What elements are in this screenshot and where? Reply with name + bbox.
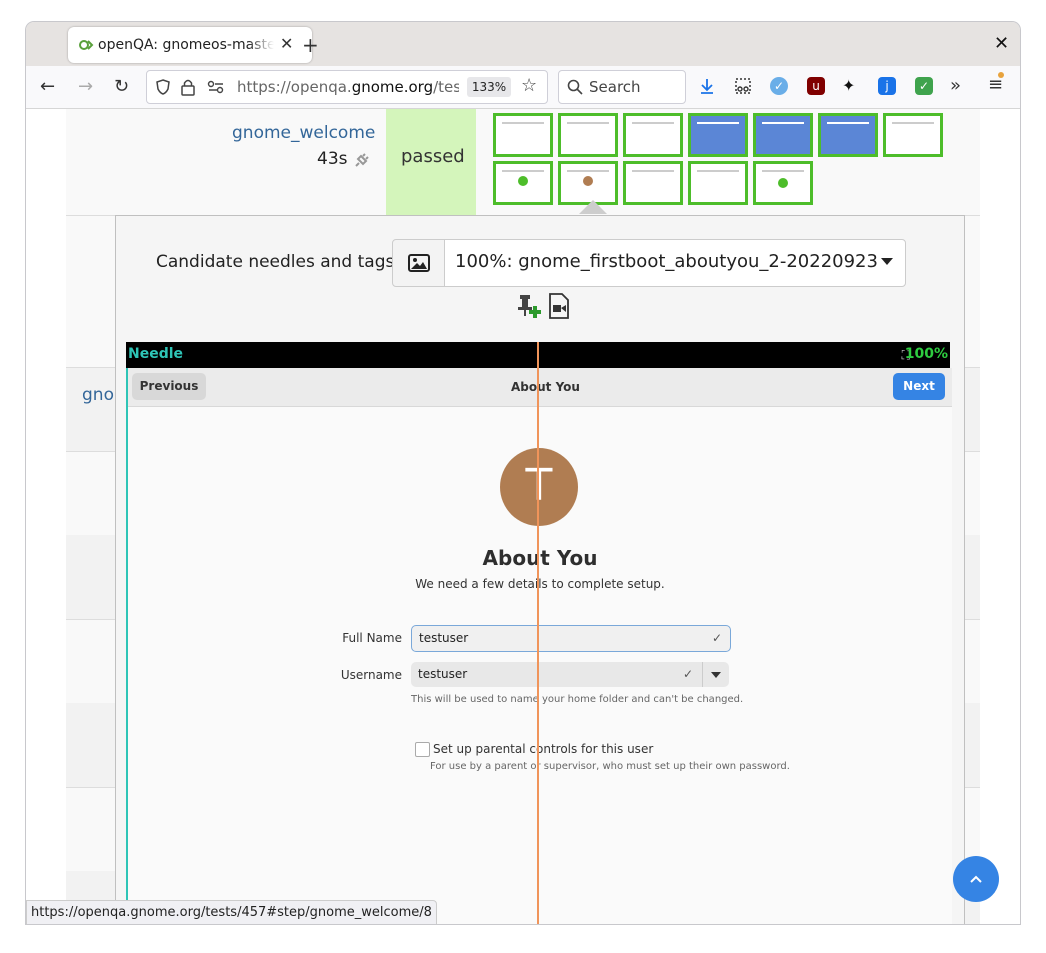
full-name-value: testuser (419, 631, 469, 645)
shield-icon[interactable] (155, 79, 171, 95)
full-name-field[interactable]: testuser ✓ (411, 625, 731, 652)
new-tab-icon[interactable]: + (302, 33, 319, 57)
chevron-down-icon (881, 258, 893, 265)
ublock-icon[interactable]: u (807, 77, 825, 95)
candidate-select[interactable]: 100%: gnome_firstboot_aboutyou_2-2022092… (444, 239, 906, 287)
create-needle-icon[interactable] (516, 293, 542, 319)
chevron-down-icon[interactable] (711, 672, 721, 678)
close-tab-icon[interactable]: ✕ (280, 34, 293, 53)
page-content: gnome_welcome 43s passed gno Candidate n… (26, 109, 1020, 924)
step-thumbnail[interactable] (558, 113, 618, 157)
next-test-link[interactable]: gno (82, 385, 114, 405)
plug-icon (355, 153, 369, 167)
search-icon (567, 79, 583, 95)
gnome-header-bar: Previous About You Next (128, 368, 952, 407)
needle-screenshot[interactable]: Needle ⛶ 100% Previous About You Next T … (126, 342, 952, 924)
step-thumbnail[interactable] (753, 113, 813, 157)
result-status: passed (401, 146, 465, 167)
candidate-label: Candidate needles and tags: (156, 252, 401, 272)
scroll-to-top-button[interactable] (953, 856, 999, 902)
avatar[interactable]: T (500, 448, 578, 526)
username-value: testuser (418, 667, 468, 681)
forward-icon[interactable]: → (78, 76, 93, 97)
step-thumbnail[interactable] (818, 113, 878, 157)
needle-label: Needle (128, 346, 184, 362)
field-divider (702, 662, 703, 687)
next-button[interactable]: Next (893, 373, 945, 400)
download-icon[interactable] (698, 77, 716, 95)
step-thumbnail[interactable] (753, 161, 813, 205)
full-name-label: Full Name (342, 631, 402, 645)
username-label: Username (340, 668, 402, 682)
search-bar[interactable]: Search (558, 70, 686, 104)
needle-match-percent: 100% (904, 346, 948, 362)
check-icon: ✓ (683, 667, 694, 681)
step-thumbnail-selected[interactable] (558, 161, 618, 205)
test-name-link[interactable]: gnome_welcome (232, 123, 375, 143)
reload-icon[interactable]: ↻ (114, 76, 129, 97)
tab-title: openQA: gnomeos-maste (98, 37, 274, 53)
step-thumbnail[interactable] (623, 113, 683, 157)
nav-bar: ← → ↻ https://openqa.gnome.org/tests/ 13… (26, 66, 1020, 109)
username-hint: This will be used to name your home fold… (411, 694, 744, 705)
step-thumbnail[interactable] (493, 113, 553, 157)
avatar-letter: T (500, 460, 578, 511)
page-title: About You (482, 546, 598, 570)
previous-button[interactable]: Previous (132, 373, 206, 400)
overflow-chevrons-icon[interactable]: » (950, 75, 961, 96)
status-bar: https://openqa.gnome.org/tests/457#step/… (26, 900, 437, 924)
test-duration: 43s (317, 149, 348, 169)
update-dot-icon (998, 72, 1004, 78)
extension-j-icon[interactable]: j (878, 77, 896, 95)
header-title: About You (511, 380, 580, 394)
extension-blue-icon[interactable]: ✓ (770, 77, 788, 95)
permissions-icon[interactable] (207, 79, 225, 95)
image-icon (408, 254, 430, 272)
bookmark-star-icon[interactable]: ☆ (521, 75, 537, 96)
extension-check-icon[interactable]: ✓ (915, 77, 933, 95)
parental-controls-checkbox[interactable] (415, 742, 430, 757)
url-text[interactable]: https://openqa.gnome.org/tests/ (237, 78, 459, 96)
browser-tab[interactable]: openQA: gnomeos-maste ✕ (68, 27, 312, 63)
gnome-about-you-screen: Previous About You Next T About You We n… (126, 368, 952, 924)
lock-icon[interactable] (181, 78, 195, 96)
video-file-icon[interactable] (548, 293, 570, 319)
step-thumbnail[interactable] (623, 161, 683, 205)
tab-bar: openQA: gnomeos-maste ✕ + ✕ (26, 22, 1020, 66)
parental-controls-label[interactable]: Set up parental controls for this user (433, 742, 653, 756)
pin-icon[interactable]: ✦ (842, 76, 855, 95)
search-placeholder: Search (589, 78, 641, 96)
step-thumbnail[interactable] (883, 113, 943, 157)
window-close-icon[interactable]: ✕ (994, 33, 1009, 54)
step-thumbnail[interactable] (688, 113, 748, 157)
parental-controls-hint: For use by a parent or supervisor, who m… (430, 761, 790, 772)
url-bar[interactable]: https://openqa.gnome.org/tests/ 133% ☆ (146, 70, 548, 104)
back-icon[interactable]: ← (40, 76, 55, 97)
zoom-level[interactable]: 133% (467, 77, 511, 97)
openqa-logo-icon (79, 40, 94, 50)
step-preview-panel: Candidate needles and tags: 100%: gnome_… (115, 215, 965, 924)
step-thumbnail[interactable] (688, 161, 748, 205)
check-icon: ✓ (712, 631, 723, 645)
screenshot-icon[interactable] (734, 77, 752, 95)
candidate-select-value: 100%: gnome_firstboot_aboutyou_2-2022092… (455, 251, 878, 272)
page-subtitle: We need a few details to complete setup. (415, 577, 665, 591)
username-field[interactable]: testuser ✓ (411, 662, 729, 687)
preview-pointer (579, 200, 607, 214)
browser-window: openQA: gnomeos-maste ✕ + ✕ ← → ↻ https:… (26, 22, 1020, 924)
chevron-up-icon (970, 875, 982, 883)
needle-divider-line[interactable] (537, 342, 539, 924)
step-thumbnail[interactable] (493, 161, 553, 205)
image-toggle-button[interactable] (392, 239, 446, 287)
